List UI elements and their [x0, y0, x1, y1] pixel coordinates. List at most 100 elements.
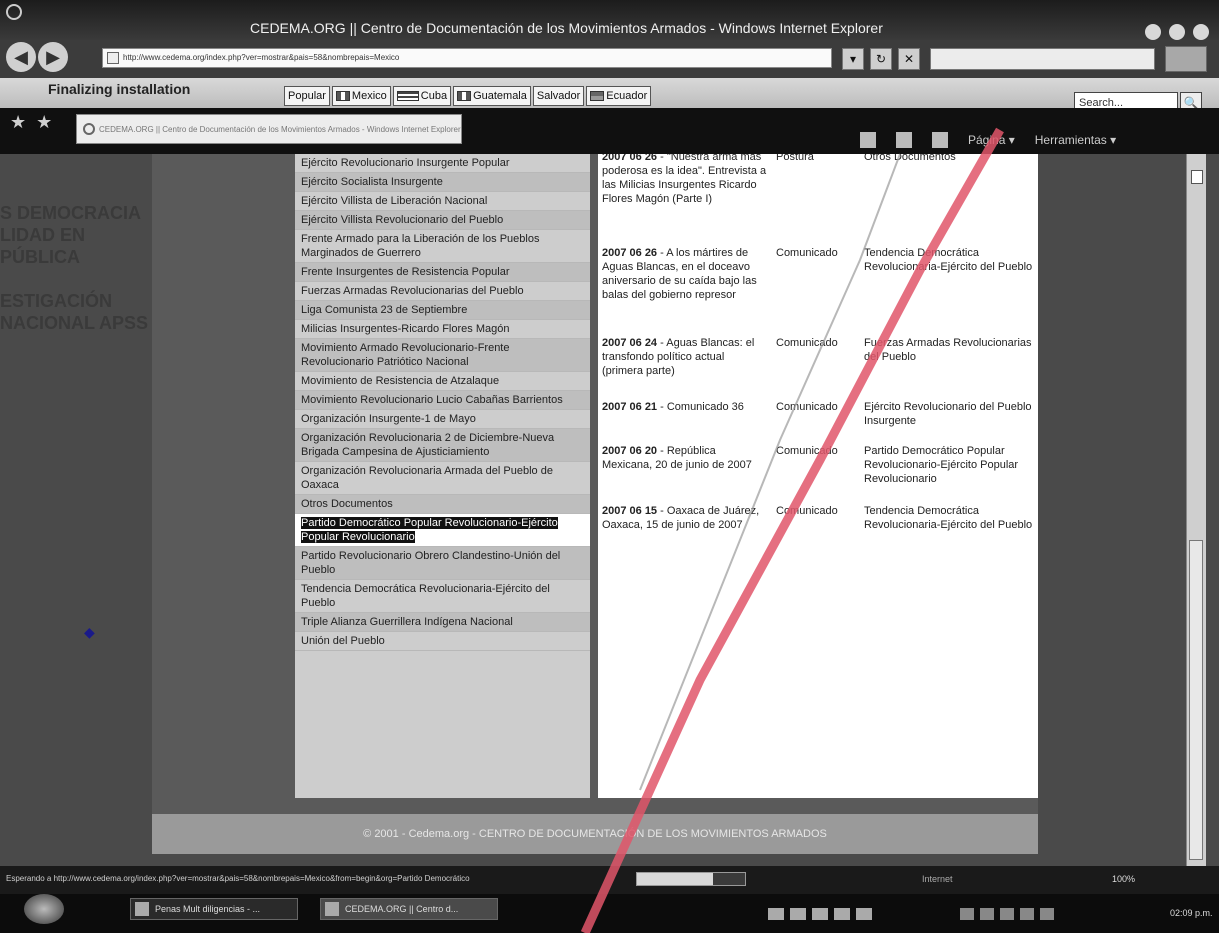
document-date: 2007 06 21	[602, 401, 658, 413]
back-button[interactable]: ◀	[6, 42, 36, 72]
sidebar-item[interactable]: Tendencia Democrática Revolucionaria-Ejé…	[295, 580, 590, 613]
live-search-input[interactable]	[930, 48, 1155, 70]
refresh-icon[interactable]: ↻	[870, 48, 892, 70]
progress-fill	[637, 873, 713, 885]
ie-icon	[325, 902, 339, 916]
background-text-line: PÚBLICA	[0, 247, 80, 267]
document-date: 2007 06 15	[602, 505, 658, 517]
documents-table: 2007 06 26 - "Nuestra arma más poderosa …	[598, 154, 1038, 798]
document-link[interactable]: 2007 06 21 - Comunicado 36	[602, 400, 767, 414]
browser-tab[interactable]: CEDEMA.ORG || Centro de Documentación de…	[76, 114, 462, 144]
link-cuba[interactable]: Cuba	[392, 86, 452, 106]
next-icon[interactable]	[834, 908, 850, 920]
security-zone: Internet	[922, 874, 953, 884]
sidebar-item[interactable]: Movimiento de Resistencia de Atzalaque	[295, 372, 590, 391]
flag-icon	[457, 91, 472, 101]
document-link[interactable]: 2007 06 20 - República Mexicana, 20 de j…	[602, 444, 767, 472]
page-menu[interactable]: Página ▾	[968, 133, 1015, 147]
scroll-up-button[interactable]	[1191, 170, 1203, 184]
stop-media-icon[interactable]	[768, 908, 784, 920]
minimize-button[interactable]	[1145, 24, 1161, 40]
sidebar-item[interactable]: Otros Documentos	[295, 495, 590, 514]
document-date: 2007 06 20	[602, 445, 658, 457]
sidebar-item[interactable]: Unión del Pueblo	[295, 632, 590, 651]
document-link[interactable]: 2007 06 15 - Oaxaca de Juárez, Oaxaca, 1…	[602, 504, 767, 532]
vertical-scrollbar[interactable]	[1186, 154, 1206, 866]
link-salvador[interactable]: Salvador	[532, 86, 585, 106]
sidebar-item[interactable]: Ejército Revolucionario Insurgente Popul…	[295, 154, 590, 173]
document-organization[interactable]: Tendencia Democrática Revolucionaria-Ejé…	[864, 246, 1034, 274]
installation-status: Finalizing installation	[48, 81, 191, 97]
live-search-button[interactable]	[1165, 46, 1207, 72]
print-icon[interactable]	[932, 132, 948, 148]
document-link[interactable]: 2007 06 26 - "Nuestra arma más poderosa …	[602, 154, 767, 206]
link-guatemala[interactable]: Guatemala	[453, 86, 531, 106]
sidebar-item[interactable]: Partido Revolucionario Obrero Clandestin…	[295, 547, 590, 580]
link-popular[interactable]: Popular	[284, 86, 330, 106]
document-type: Comunicado	[776, 247, 838, 259]
sidebar-item[interactable]: Organización Revolucionaria 2 de Diciemb…	[295, 429, 590, 462]
sidebar-item[interactable]: Movimiento Armado Revolucionario-Frente …	[295, 339, 590, 372]
background-text-line	[0, 268, 148, 290]
sidebar-item[interactable]: Milicias Insurgentes-Ricardo Flores Magó…	[295, 320, 590, 339]
feeds-icon[interactable]	[896, 132, 912, 148]
sidebar-item[interactable]: Movimiento Revolucionario Lucio Cabañas …	[295, 391, 590, 410]
tray-security-icon[interactable]	[980, 908, 994, 920]
sidebar-item[interactable]: Frente Armado para la Liberación de los …	[295, 230, 590, 263]
taskbar: Penas Mult diligencias - ... CEDEMA.ORG …	[0, 894, 1219, 933]
home-icon[interactable]	[860, 132, 876, 148]
stop-icon[interactable]: ✕	[898, 48, 920, 70]
close-button[interactable]	[1193, 24, 1209, 40]
bullet-icon: ◆	[84, 624, 95, 640]
url-text: http://www.cedema.org/index.php?ver=most…	[123, 53, 400, 62]
previous-icon[interactable]	[790, 908, 806, 920]
document-organization[interactable]: Tendencia Democrática Revolucionaria-Ejé…	[864, 504, 1034, 532]
sidebar-item[interactable]: Ejército Villista de Liberación Nacional	[295, 192, 590, 211]
sidebar-item[interactable]: Liga Comunista 23 de Septiembre	[295, 301, 590, 320]
zoom-level[interactable]: 100%	[1112, 874, 1135, 884]
tray-update-icon[interactable]	[1000, 908, 1014, 920]
sidebar-item[interactable]: Organización Insurgente-1 de Mayo	[295, 410, 590, 429]
sidebar-item[interactable]: Fuerzas Armadas Revolucionarias del Pueb…	[295, 282, 590, 301]
loading-icon	[83, 123, 95, 135]
document-date: 2007 06 24	[602, 337, 658, 349]
command-toolbar: Página ▾ Herramientas ▾	[860, 132, 1116, 148]
favorites-star-icon[interactable]: ★★	[10, 112, 62, 133]
document-organization[interactable]: Fuerzas Armadas Revolucionarias del Pueb…	[864, 336, 1034, 364]
document-link[interactable]: 2007 06 24 - Aguas Blancas: el transfond…	[602, 336, 767, 378]
link-ecuador[interactable]: Ecuador	[586, 86, 652, 106]
document-organization[interactable]: Otros Documentos	[864, 154, 1034, 164]
document-organization[interactable]: Ejército Revolucionario del Pueblo Insur…	[864, 400, 1034, 428]
compatibility-icon[interactable]: ▾	[842, 48, 864, 70]
task-ie-window[interactable]: CEDEMA.ORG || Centro d...	[320, 898, 498, 920]
sidebar-item[interactable]: Frente Insurgentes de Resistencia Popula…	[295, 263, 590, 282]
background-text-line: S DEMOCRACIA	[0, 203, 142, 223]
maximize-button[interactable]	[1169, 24, 1185, 40]
link-mexico[interactable]: Mexico	[331, 86, 391, 106]
scrollbar-thumb[interactable]	[1189, 540, 1203, 860]
forward-button[interactable]: ▶	[38, 42, 68, 72]
sidebar-item[interactable]: Ejército Socialista Insurgente	[295, 173, 590, 192]
tray-sound-icon[interactable]	[1020, 908, 1034, 920]
sidebar-item[interactable]: Organización Revolucionaria Armada del P…	[295, 462, 590, 495]
url-field[interactable]: http://www.cedema.org/index.php?ver=most…	[102, 48, 832, 68]
sidebar-item[interactable]: Triple Alianza Guerrillera Indígena Naci…	[295, 613, 590, 632]
tray-network-icon[interactable]	[960, 908, 974, 920]
start-button[interactable]	[24, 894, 64, 924]
tools-menu[interactable]: Herramientas ▾	[1035, 133, 1116, 147]
volume-icon[interactable]	[856, 908, 872, 920]
tray-app-icon[interactable]	[1040, 908, 1054, 920]
sidebar-item[interactable]: Partido Democrático Popular Revolucionar…	[295, 514, 590, 547]
sidebar-item[interactable]: Ejército Villista Revolucionario del Pue…	[295, 211, 590, 230]
document-link[interactable]: 2007 06 26 - A los mártires de Aguas Bla…	[602, 246, 767, 302]
document-type: Comunicado	[776, 337, 838, 349]
background-text: S DEMOCRACIA LIDAD EN PÚBLICA ESTIGACIÓN NAC…	[0, 202, 148, 334]
address-bar: ◀ ▶ http://www.cedema.org/index.php?ver=…	[0, 40, 1219, 78]
document-organization[interactable]: Partido Democrático Popular Revolucionar…	[864, 444, 1034, 486]
document-type: Comunicado	[776, 401, 838, 413]
flag-icon	[396, 91, 419, 101]
task-word-document[interactable]: Penas Mult diligencias - ...	[130, 898, 298, 920]
document-type: Comunicado	[776, 445, 838, 457]
window-title: CEDEMA.ORG || Centro de Documentación de…	[250, 20, 883, 36]
play-icon[interactable]	[812, 908, 828, 920]
